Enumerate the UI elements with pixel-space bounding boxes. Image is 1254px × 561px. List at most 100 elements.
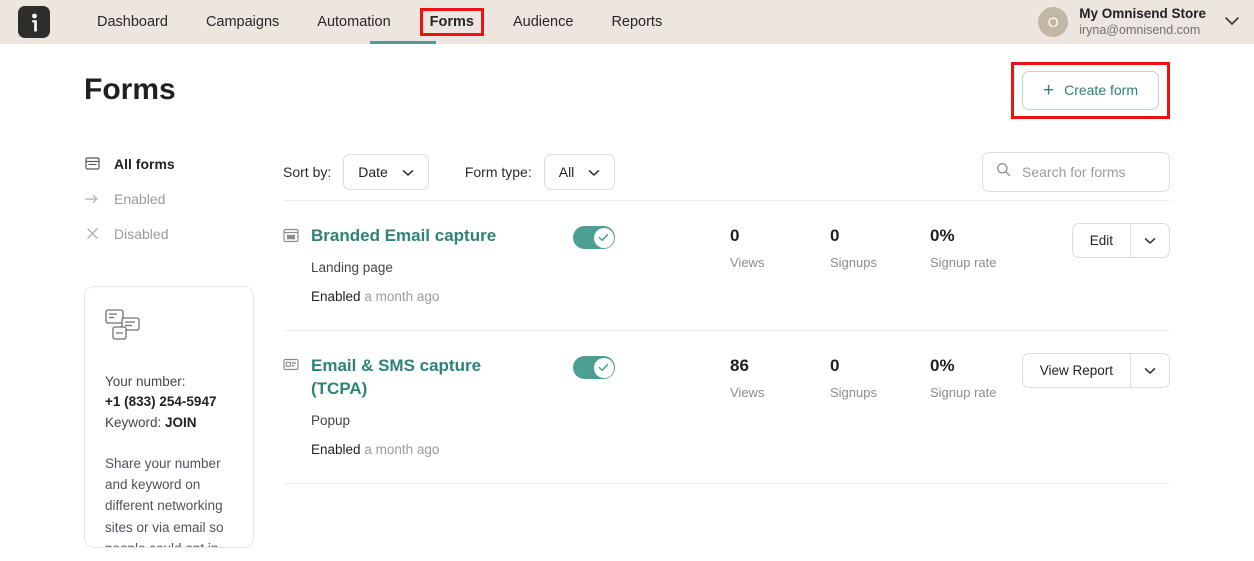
stat-signup-rate: 0% Signup rate	[930, 356, 1030, 400]
form-info: Branded Email capture Landing page Enabl…	[311, 225, 573, 304]
content-columns: All forms Enabled Disabled Your number: …	[84, 136, 1170, 548]
promo-description: Share your number and keyword on differe…	[105, 455, 224, 547]
nav-item-automation[interactable]: Automation	[308, 9, 399, 35]
status-text: Enabled	[311, 442, 361, 458]
account-email: iryna@omnisend.com	[1079, 22, 1201, 37]
chevron-down-icon[interactable]	[1130, 354, 1169, 388]
document-icon	[84, 156, 100, 172]
stat-label: Signup rate	[930, 255, 997, 270]
search-box[interactable]	[982, 152, 1170, 192]
status-text: Enabled	[311, 289, 361, 305]
page-title: Forms	[84, 73, 176, 106]
stat-value: 0%	[930, 226, 955, 245]
main-nav: Dashboard Campaigns Automation Forms Aud…	[88, 0, 691, 44]
form-stats: 0 Views 0 Signups 0% Signup rate	[730, 225, 1030, 270]
table-row[interactable]: Branded Email capture Landing page Enabl…	[283, 201, 1170, 332]
filters-bar: Sort by: Date Form type: All	[283, 144, 1170, 200]
enable-toggle[interactable]	[573, 226, 615, 249]
chevron-down-icon	[402, 164, 414, 180]
view-report-button[interactable]: View Report	[1023, 354, 1130, 387]
form-info: Email & SMS capture (TCPA) Popup Enabled…	[311, 355, 573, 457]
sms-devices-icon	[105, 309, 233, 348]
stat-value: 0	[730, 226, 740, 245]
keyword-label: Keyword:	[105, 414, 162, 430]
chevron-down-icon[interactable]	[1130, 224, 1169, 257]
stat-value: 0%	[930, 356, 955, 376]
sort-by-label: Sort by:	[283, 164, 332, 180]
forms-main-panel: Sort by: Date Form type: All Search for …	[275, 136, 1170, 548]
form-status: Enabled a month ago	[311, 442, 573, 457]
enable-toggle[interactable]	[573, 356, 615, 380]
stat-label: Views	[730, 385, 765, 401]
sidebar-item-label: Disabled	[114, 225, 169, 242]
landing-page-icon	[283, 225, 311, 248]
stat-label: Signup rate	[930, 385, 997, 401]
sidebar-item-label: All forms	[114, 155, 175, 172]
nav-item-campaigns[interactable]: Campaigns	[197, 9, 288, 35]
stat-label: Signups	[830, 255, 877, 270]
row-action-group: Edit	[1071, 223, 1170, 258]
stat-label: Views	[730, 255, 765, 270]
stat-value: 0	[830, 356, 840, 376]
nav-label: Audience	[512, 14, 574, 30]
chevron-down-icon[interactable]	[1224, 13, 1240, 31]
form-type-value: All	[558, 164, 575, 180]
sidebar-item-disabled[interactable]: Disabled	[84, 216, 275, 251]
arrow-right-icon	[84, 191, 100, 207]
keyword-value: JOIN	[165, 414, 197, 430]
stat-views: 86 Views	[730, 356, 830, 400]
sms-number: +1 (833) 254-5947	[105, 394, 217, 410]
form-type-select[interactable]: All	[543, 154, 616, 190]
account-details: My Omnisend Store iryna@omnisend.com	[1079, 6, 1206, 39]
sidebar-item-all-forms[interactable]: All forms	[84, 146, 275, 181]
form-status: Enabled a month ago	[311, 289, 573, 304]
stat-views: 0 Views	[730, 226, 830, 270]
stat-value: 0	[830, 226, 840, 245]
nav-item-reports[interactable]: Reports	[602, 9, 671, 35]
nav-item-dashboard[interactable]: Dashboard	[88, 9, 177, 35]
account-menu[interactable]: O My Omnisend Store iryna@omnisend.com	[1038, 0, 1240, 44]
page-body: Forms + Create form All forms Enabled Di…	[0, 44, 1254, 548]
your-number-label: Your number:	[105, 374, 186, 389]
status-time: a month ago	[364, 289, 440, 305]
close-x-icon	[84, 226, 100, 242]
nav-item-audience[interactable]: Audience	[504, 9, 582, 35]
sidebar-item-label: Enabled	[114, 190, 166, 207]
stat-signup-rate: 0% Signup rate	[930, 226, 1030, 270]
stat-label: Signups	[830, 385, 877, 401]
sidebar: All forms Enabled Disabled Your number: …	[84, 136, 275, 548]
create-form-label: Create form	[1064, 82, 1138, 98]
form-stats: 86 Views 0 Signups 0% Signup rate	[730, 355, 1030, 400]
nav-label: Forms	[429, 14, 474, 30]
nav-label: Campaigns	[205, 14, 280, 30]
edit-button[interactable]: Edit	[1073, 224, 1130, 257]
forms-list: Branded Email capture Landing page Enabl…	[283, 200, 1170, 485]
sort-by-select[interactable]: Date	[343, 154, 429, 190]
popup-icon	[283, 355, 311, 376]
sidebar-item-enabled[interactable]: Enabled	[84, 181, 275, 216]
form-name[interactable]: Email & SMS capture (TCPA)	[311, 355, 511, 400]
search-icon	[996, 162, 1011, 182]
top-navigation-bar: Dashboard Campaigns Automation Forms Aud…	[0, 0, 1254, 44]
form-name[interactable]: Branded Email capture	[311, 225, 511, 247]
search-input[interactable]	[1022, 164, 1156, 180]
stat-signups: 0 Signups	[830, 356, 930, 400]
nav-label: Reports	[611, 14, 663, 30]
nav-label: Automation	[317, 14, 391, 30]
form-type: Popup	[311, 413, 351, 429]
nav-item-forms[interactable]: Forms	[419, 8, 484, 36]
stat-signups: 0 Signups	[830, 226, 930, 270]
store-name: My Omnisend Store	[1079, 5, 1206, 21]
keyword-row: Keyword: JOIN	[105, 413, 233, 433]
table-row[interactable]: Email & SMS capture (TCPA) Popup Enabled…	[283, 331, 1170, 485]
create-form-button[interactable]: + Create form	[1021, 70, 1159, 110]
omnisend-logo-icon[interactable]	[18, 6, 50, 38]
stat-value: 86	[730, 356, 749, 376]
form-type-label: Form type:	[464, 164, 532, 180]
page-header: Forms + Create form	[84, 44, 1170, 136]
nav-label: Dashboard	[97, 14, 168, 30]
status-time: a month ago	[364, 442, 440, 458]
sms-number-card: Your number: +1 (833) 254-5947 Keyword: …	[84, 286, 254, 548]
chevron-down-icon	[588, 164, 600, 180]
sort-by-value: Date	[358, 164, 388, 180]
